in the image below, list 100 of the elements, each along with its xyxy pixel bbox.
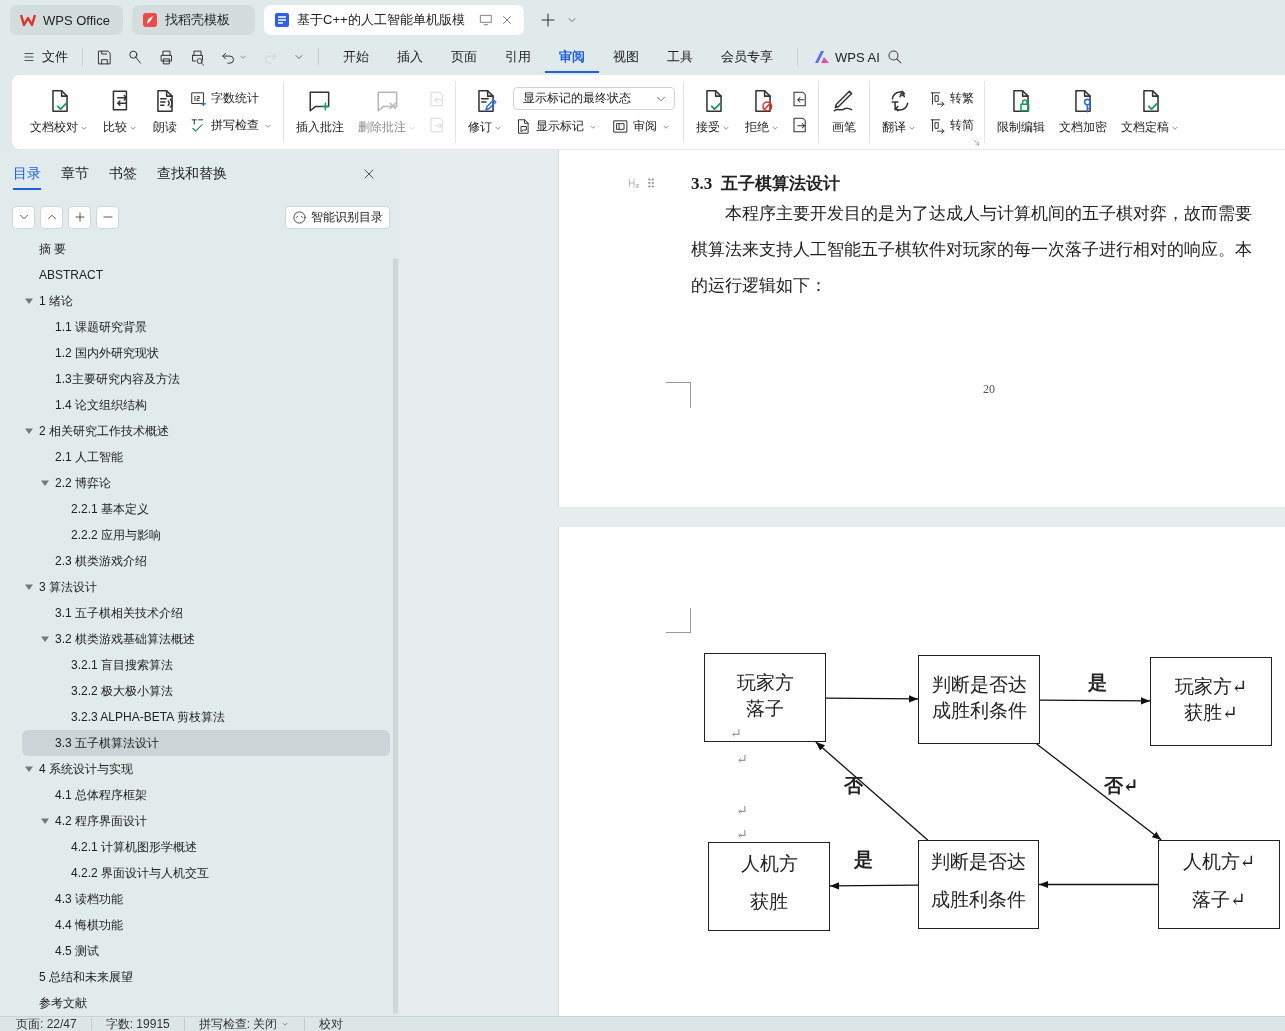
- file-menu[interactable]: 文件: [18, 46, 72, 68]
- outline-item[interactable]: 3.2.3 ALPHA-BETA 剪枝算法: [22, 704, 390, 730]
- ribbon-tab[interactable]: 页面: [437, 41, 491, 73]
- flowchart-node: 判断是否达 成胜利条件: [918, 655, 1040, 744]
- outline-item[interactable]: 2 相关研究工作技术概述: [22, 418, 390, 444]
- monitor-icon: [478, 13, 493, 27]
- ribbon-button[interactable]: 朗读: [148, 85, 182, 139]
- markup-icon: [515, 118, 532, 135]
- add-button[interactable]: [68, 205, 91, 229]
- plus-icon: [72, 210, 87, 224]
- ribbon-tab[interactable]: 审阅: [545, 41, 599, 73]
- ribbon-button[interactable]: 画笔: [827, 85, 861, 139]
- outline-item[interactable]: 5 总结和未来展望: [22, 964, 390, 990]
- outline-item[interactable]: 3 算法设计: [22, 574, 390, 600]
- window-tab[interactable]: 基于C++的人工智能单机版模: [264, 5, 524, 35]
- remove-button[interactable]: [96, 205, 119, 229]
- paragraph-mark: ↵: [730, 724, 742, 742]
- ribbon-tab[interactable]: 插入: [383, 41, 437, 73]
- outline-item[interactable]: 1.3主要研究内容及方法: [22, 366, 390, 392]
- outline-item[interactable]: 4.2 程序界面设计: [22, 808, 390, 834]
- outline-item[interactable]: 3.2.2 极大极小算法: [22, 678, 390, 704]
- next-comment-icon: [428, 116, 446, 134]
- outline-item[interactable]: 2.3 棋类游戏介绍: [22, 548, 390, 574]
- outline-item[interactable]: 1.2 国内外研究现状: [22, 340, 390, 366]
- status-item: 字数: 19915: [105, 1016, 170, 1031]
- app-logo-icon: [20, 12, 36, 28]
- outline-item[interactable]: 3.2 棋类游戏基础算法概述: [22, 626, 390, 652]
- heading-level-icon: [627, 176, 641, 190]
- ribbon-button[interactable]: 拒绝: [741, 85, 784, 139]
- menu-icon: [22, 50, 36, 64]
- outline-item[interactable]: 3.2.1 盲目搜索算法: [22, 652, 390, 678]
- expand-arrow-icon[interactable]: [24, 582, 34, 592]
- expand-arrow-icon[interactable]: [40, 634, 50, 644]
- expand-arrow-icon[interactable]: [24, 296, 34, 306]
- outline-item[interactable]: 1.4 论文组织结构: [22, 392, 390, 418]
- outline-item[interactable]: 4.3 读档功能: [22, 886, 390, 912]
- ribbon-button[interactable]: 文档定稿: [1117, 85, 1184, 139]
- ribbon-button[interactable]: 接受: [692, 85, 735, 139]
- outline-item[interactable]: 4.4 悔棋功能: [22, 912, 390, 938]
- outline-item[interactable]: ABSTRACT: [22, 262, 390, 288]
- expand-arrow-icon[interactable]: [40, 816, 50, 826]
- status-item: 校对: [319, 1016, 344, 1031]
- window-tab[interactable]: 找稻壳模板: [132, 5, 255, 35]
- edge-label: 是: [1087, 671, 1107, 695]
- window-tab[interactable]: WPS Office: [10, 5, 123, 35]
- section-heading: 3.3 五子棋算法设计: [691, 172, 840, 195]
- outline-item[interactable]: 2.2.1 基本定义: [22, 496, 390, 522]
- ribbon-tab[interactable]: 开始: [329, 41, 383, 73]
- expand-arrow-icon[interactable]: [40, 478, 50, 488]
- ribbon-button[interactable]: 限制编辑: [993, 85, 1049, 139]
- ribbon-button[interactable]: 审阅: [610, 116, 673, 137]
- outline-item[interactable]: 参考文献: [22, 990, 390, 1016]
- outline-item[interactable]: 4.2.2 界面设计与人机交互: [22, 860, 390, 886]
- outline-item[interactable]: 4.5 测试: [22, 938, 390, 964]
- flowchart-node: 判断是否达 成胜利条件: [918, 840, 1039, 929]
- outline-item[interactable]: 1.1 课题研究背景: [22, 314, 390, 340]
- smart-toc-button[interactable]: 智能识别目录: [285, 205, 390, 229]
- ribbon-button[interactable]: 拼写检查: [188, 115, 275, 136]
- status-item[interactable]: 拼写检查: 关闭: [198, 1016, 291, 1031]
- paragraph-line: 的运行逻辑如下：: [691, 276, 827, 295]
- document-app-icon: [274, 12, 290, 28]
- ribbon-button[interactable]: 修订: [464, 85, 507, 139]
- outline-item[interactable]: 2.1 人工智能: [22, 444, 390, 470]
- outline-item[interactable]: 4.2.1 计算机图形学概述: [22, 834, 390, 860]
- sidebar-tab[interactable]: 目录: [13, 158, 41, 190]
- markup-display-dropdown[interactable]: 显示标记的最终状态: [513, 87, 675, 110]
- ai-logo-icon: [814, 50, 830, 64]
- ribbon-button[interactable]: 比较: [99, 85, 142, 139]
- ai-button[interactable]: WPS AI: [808, 46, 886, 68]
- outline-item[interactable]: 2.2.2 应用与影响: [22, 522, 390, 548]
- ribbon-button[interactable]: 转简: [927, 115, 976, 136]
- outline-item[interactable]: 4 系统设计与实现: [22, 756, 390, 782]
- sidebar-tab[interactable]: 章节: [61, 158, 89, 190]
- ribbon-tab[interactable]: 工具: [653, 41, 707, 73]
- sidebar-tab[interactable]: 查找和替换: [157, 158, 227, 190]
- ribbon-button[interactable]: 文档加密: [1055, 85, 1111, 139]
- template-logo-icon: [142, 12, 158, 28]
- ribbon-tab[interactable]: 会员专享: [707, 41, 787, 73]
- ribbon-button[interactable]: 文档校对: [26, 85, 93, 139]
- ribbon-button[interactable]: 插入批注: [292, 85, 348, 139]
- outline-item[interactable]: 4.1 总体程序框架: [22, 782, 390, 808]
- word-count-icon: [190, 90, 207, 107]
- ribbon-button[interactable]: 翻译: [878, 85, 921, 139]
- paragraph-line: 本程序主要开发目的是为了达成人与计算机间的五子棋对弈，故而需要: [725, 204, 1252, 223]
- expand-arrow-icon[interactable]: [24, 426, 34, 436]
- expand-arrow-icon[interactable]: [24, 764, 34, 774]
- previous-change-icon: [791, 90, 809, 108]
- search-button[interactable]: [885, 48, 904, 66]
- sidebar-tab[interactable]: 书签: [109, 158, 137, 190]
- ribbon-button[interactable]: 字数统计: [188, 88, 275, 109]
- ribbon-tab[interactable]: 引用: [491, 41, 545, 73]
- outline-item[interactable]: 3.1 五子棋相关技术介绍: [22, 600, 390, 626]
- outline-item[interactable]: 1 绪论: [22, 288, 390, 314]
- outline-item[interactable]: 摘 要: [22, 236, 390, 262]
- ribbon-button[interactable]: 转繁: [927, 88, 976, 109]
- outline-item[interactable]: 3.3 五子棋算法设计: [22, 730, 390, 756]
- ribbon-button[interactable]: 显示标记: [513, 116, 600, 137]
- outline-item[interactable]: 2.2 博弈论: [22, 470, 390, 496]
- ribbon-tab[interactable]: 视图: [599, 41, 653, 73]
- save-icon: [96, 48, 113, 66]
